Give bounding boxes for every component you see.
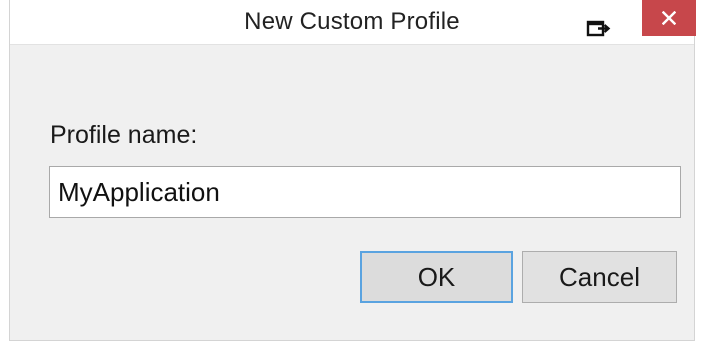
close-button[interactable] bbox=[642, 0, 696, 36]
title-bar[interactable]: New Custom Profile bbox=[10, 0, 696, 44]
dialog-window: New Custom Profile Profile name: OK Canc… bbox=[9, 0, 696, 341]
ok-button[interactable]: OK bbox=[360, 251, 513, 303]
close-icon bbox=[662, 11, 676, 25]
cancel-button[interactable]: Cancel bbox=[522, 251, 677, 303]
dialog-body: Profile name: OK Cancel bbox=[10, 44, 694, 340]
window-pin-icon[interactable] bbox=[586, 19, 612, 41]
profile-name-input[interactable] bbox=[49, 166, 681, 218]
profile-name-label: Profile name: bbox=[50, 121, 198, 149]
